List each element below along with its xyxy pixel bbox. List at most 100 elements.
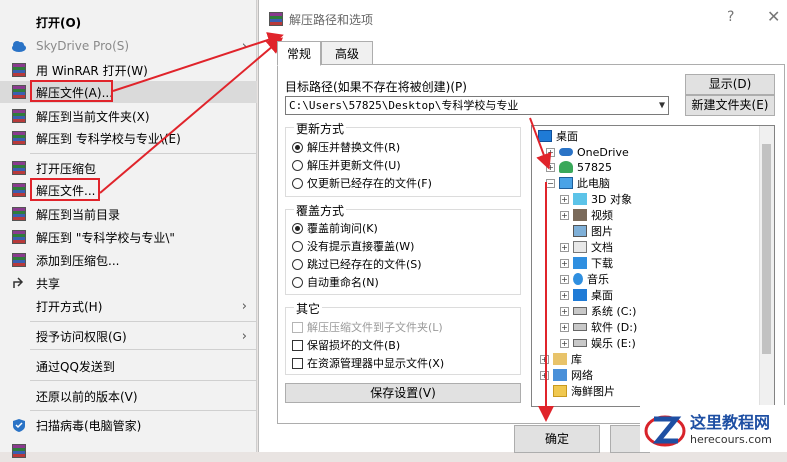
blank-icon bbox=[10, 388, 28, 404]
watermark-logo-icon bbox=[644, 415, 686, 447]
menu-item-open-with[interactable]: 打开方式(H) › bbox=[0, 295, 257, 317]
tree-item-videos[interactable]: + 视频 bbox=[560, 207, 613, 223]
submenu-arrow-icon: › bbox=[241, 299, 247, 314]
tab-advanced[interactable]: 高级 bbox=[321, 41, 373, 65]
menu-item-open-archive[interactable]: 打开压缩包 bbox=[0, 157, 257, 179]
tree-item-downloads[interactable]: + 下载 bbox=[560, 255, 613, 271]
blank-icon bbox=[10, 14, 28, 30]
menu-item-restore-versions[interactable]: 还原以前的版本(V) bbox=[0, 385, 257, 407]
tree-item-music[interactable]: + 音乐 bbox=[560, 271, 609, 287]
chevron-down-icon[interactable]: ▼ bbox=[659, 97, 665, 114]
expand-icon[interactable]: + bbox=[560, 274, 569, 284]
expand-icon[interactable]: + bbox=[560, 338, 569, 348]
menu-item-extract-to-folder[interactable]: 解压到 专科学校与专业\(E) bbox=[0, 127, 257, 149]
radio-icon bbox=[292, 276, 303, 288]
tree-item-drive-c[interactable]: + 系统 (C:) bbox=[560, 303, 636, 319]
scrollbar-thumb[interactable] bbox=[762, 144, 771, 354]
option-label: 仅更新已经存在的文件(F) bbox=[307, 177, 432, 190]
tree-item-drive-e[interactable]: + 娱乐 (E:) bbox=[560, 335, 636, 351]
tree-item-user[interactable]: + 57825 bbox=[546, 159, 612, 175]
expand-icon[interactable]: + bbox=[560, 242, 569, 252]
menu-item-label: 共享 bbox=[36, 276, 61, 291]
menu-item-virus-scan[interactable]: 扫描病毒(电脑管家) bbox=[0, 414, 257, 436]
close-button[interactable]: ✕ bbox=[767, 7, 780, 26]
annotation-box bbox=[30, 178, 100, 201]
tree-item-this-pc[interactable]: − 此电脑 bbox=[546, 175, 610, 191]
menu-item-extract-current-dir[interactable]: 解压到当前目录 bbox=[0, 203, 257, 225]
tree-scrollbar[interactable] bbox=[759, 126, 774, 406]
option-label: 没有提示直接覆盖(W) bbox=[307, 240, 415, 253]
radio-icon bbox=[292, 258, 303, 270]
ok-button[interactable]: 确定 bbox=[514, 425, 600, 453]
tree-item-desktop-2[interactable]: + 桌面 bbox=[560, 287, 613, 303]
expand-icon[interactable]: + bbox=[560, 258, 569, 268]
tree-item-onedrive[interactable]: + OneDrive bbox=[546, 144, 629, 160]
option-label: 解压压缩文件到子文件夹(L) bbox=[307, 321, 443, 334]
radio-update[interactable]: 解压并更新文件(U) bbox=[292, 156, 401, 174]
tree-item-documents[interactable]: + 文档 bbox=[560, 239, 613, 255]
menu-item-extract-to-named[interactable]: 解压到 "专科学校与专业\" bbox=[0, 226, 257, 248]
expand-icon[interactable]: + bbox=[540, 354, 549, 364]
target-path-combobox[interactable]: C:\Users\57825\Desktop\专科学校与专业 ▼ bbox=[285, 96, 669, 115]
menu-item-skydrive[interactable]: SkyDrive Pro(S) › bbox=[0, 35, 257, 57]
checkbox-show-in-explorer[interactable]: 在资源管理器中显示文件(X) bbox=[292, 354, 444, 372]
radio-fresh-only[interactable]: 仅更新已经存在的文件(F) bbox=[292, 174, 432, 192]
submenu-arrow-icon: › bbox=[241, 329, 247, 344]
tree-item-3d[interactable]: + 3D 对象 bbox=[560, 191, 632, 207]
share-icon bbox=[10, 275, 28, 291]
menu-item-label: 通过QQ发送到 bbox=[36, 359, 115, 374]
expand-icon[interactable]: + bbox=[546, 147, 555, 157]
help-button[interactable]: ? bbox=[727, 9, 734, 25]
menu-item-send-via-qq[interactable]: 通过QQ发送到 bbox=[0, 355, 257, 377]
blank-icon bbox=[10, 358, 28, 374]
tree-item-pictures[interactable]: 图片 bbox=[560, 223, 613, 239]
checkbox-keep-broken[interactable]: 保留损坏的文件(B) bbox=[292, 336, 400, 354]
cloud-icon bbox=[10, 38, 28, 54]
tab-general[interactable]: 常规 bbox=[277, 41, 321, 66]
radio-rename[interactable]: 自动重命名(N) bbox=[292, 273, 379, 291]
expand-icon[interactable]: + bbox=[560, 194, 569, 204]
radio-skip[interactable]: 跳过已经存在的文件(S) bbox=[292, 255, 422, 273]
expand-icon[interactable]: + bbox=[560, 290, 569, 300]
tree-item-label: 网络 bbox=[571, 369, 593, 382]
expand-icon[interactable]: + bbox=[546, 162, 555, 172]
menu-item-open[interactable]: 打开(O) bbox=[0, 11, 257, 33]
dialog-title: 解压路径和选项 bbox=[289, 13, 374, 27]
collapse-icon[interactable]: − bbox=[546, 178, 555, 188]
misc-group: 其它 解压压缩文件到子文件夹(L) 保留损坏的文件(B) 在资源管理器中显示文件… bbox=[285, 300, 521, 375]
expand-icon[interactable]: + bbox=[560, 306, 569, 316]
expand-icon[interactable]: + bbox=[560, 210, 569, 220]
new-folder-button[interactable]: 新建文件夹(E) bbox=[685, 95, 775, 116]
update-mode-group: 更新方式 解压并替换文件(R) 解压并更新文件(U) 仅更新已经存在的文件(F) bbox=[285, 120, 521, 197]
folder-tree[interactable]: 桌面 + OneDrive + 57825 − 此电脑 + 3D 对象 + 视频 bbox=[531, 125, 775, 407]
tree-item-seafood-pictures[interactable]: 海鲜图片 bbox=[553, 383, 615, 399]
menu-item-extract-here[interactable]: 解压到当前文件夹(X) bbox=[0, 105, 257, 127]
tree-item-label: 库 bbox=[571, 353, 582, 366]
tree-item-drive-d[interactable]: + 软件 (D:) bbox=[560, 319, 637, 335]
tree-item-desktop[interactable]: 桌面 bbox=[538, 128, 578, 144]
tree-item-network[interactable]: + 网络 bbox=[540, 367, 593, 383]
menu-divider bbox=[30, 380, 256, 381]
menu-divider bbox=[30, 349, 256, 350]
menu-item-label: 打开压缩包 bbox=[36, 161, 97, 176]
radio-replace[interactable]: 解压并替换文件(R) bbox=[292, 138, 400, 156]
radio-overwrite[interactable]: 没有提示直接覆盖(W) bbox=[292, 237, 414, 255]
show-button[interactable]: 显示(D) bbox=[685, 74, 775, 95]
desktop-icon bbox=[573, 289, 587, 301]
menu-item-grant-access[interactable]: 授予访问权限(G) › bbox=[0, 325, 257, 347]
menu-item-share[interactable]: 共享 bbox=[0, 272, 257, 294]
expand-icon[interactable]: + bbox=[560, 322, 569, 332]
misc-title: 其它 bbox=[294, 300, 323, 317]
option-label: 覆盖前询问(K) bbox=[307, 222, 378, 235]
menu-divider bbox=[30, 410, 256, 411]
radio-ask-before[interactable]: 覆盖前询问(K) bbox=[292, 219, 378, 237]
menu-item-label: SkyDrive Pro(S) bbox=[36, 39, 130, 53]
tree-item-libraries[interactable]: + 库 bbox=[540, 351, 582, 367]
tree-item-label: 音乐 bbox=[587, 273, 609, 286]
checkbox-icon bbox=[292, 339, 303, 351]
checkbox-extract-subfolder[interactable]: 解压压缩文件到子文件夹(L) bbox=[292, 318, 443, 336]
menu-item-open-with-winrar[interactable]: 用 WinRAR 打开(W) bbox=[0, 59, 257, 81]
menu-item-add-to-archive[interactable]: 添加到压缩包... bbox=[0, 249, 257, 271]
expand-icon[interactable]: + bbox=[540, 370, 549, 380]
save-settings-button[interactable]: 保存设置(V) bbox=[285, 383, 521, 403]
